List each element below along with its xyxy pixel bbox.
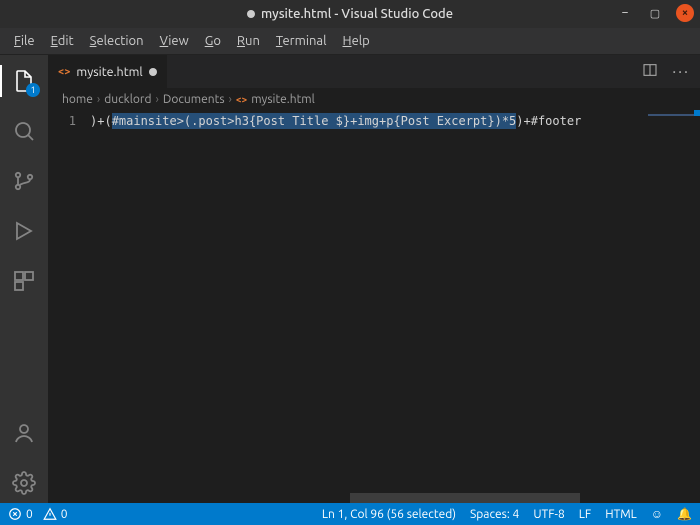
status-feedback[interactable]: ☺ xyxy=(651,507,663,521)
editor-group: <> mysite.html ··· home › ducklord › xyxy=(48,55,700,503)
menu-run[interactable]: Run xyxy=(229,31,268,51)
status-indent[interactable]: Spaces: 4 xyxy=(470,508,519,521)
menubar: File Edit Selection View Go Run Terminal… xyxy=(0,28,700,55)
gear-icon xyxy=(12,471,36,495)
tab-label: mysite.html xyxy=(76,65,142,79)
extensions-icon xyxy=(12,269,36,293)
status-errors[interactable]: 0 xyxy=(8,507,33,521)
statusbar: 0 0 Ln 1, Col 96 (56 selected) Spaces: 4… xyxy=(0,503,700,525)
window-title: mysite.html - Visual Studio Code xyxy=(261,7,453,21)
code-selection: #mainsite>(.post>h3{Post Title $}+img+p{… xyxy=(112,113,517,129)
activity-accounts[interactable] xyxy=(0,413,48,453)
editor[interactable]: 1 )+(#mainsite>(.post>h3{Post Title $}+i… xyxy=(48,110,700,503)
tab-actions: ··· xyxy=(632,55,700,88)
minimap[interactable] xyxy=(644,110,700,503)
split-editor-button[interactable] xyxy=(642,62,658,81)
error-icon xyxy=(8,507,22,521)
menu-edit[interactable]: Edit xyxy=(43,31,82,51)
activitybar: 1 xyxy=(0,55,48,503)
html-file-icon: <> xyxy=(58,66,70,78)
menu-help[interactable]: Help xyxy=(335,31,378,51)
breadcrumb-seg-documents[interactable]: Documents xyxy=(163,93,225,106)
html-file-icon: <> xyxy=(236,94,247,105)
activity-extensions[interactable] xyxy=(0,261,48,301)
branch-icon xyxy=(12,169,36,193)
status-warnings[interactable]: 0 xyxy=(43,507,68,521)
warning-icon xyxy=(43,507,57,521)
editor-more-button[interactable]: ··· xyxy=(672,63,690,81)
menu-terminal[interactable]: Terminal xyxy=(268,31,335,51)
breadcrumb[interactable]: home › ducklord › Documents › <> mysite.… xyxy=(48,88,700,110)
code-area[interactable]: )+(#mainsite>(.post>h3{Post Title $}+img… xyxy=(90,110,644,503)
horizontal-scrollbar-thumb[interactable] xyxy=(350,493,580,503)
chevron-right-icon: › xyxy=(229,93,232,106)
main-body: 1 xyxy=(0,55,700,503)
menu-view[interactable]: View xyxy=(152,31,197,51)
titlebar: mysite.html - Visual Studio Code – ▢ × xyxy=(0,0,700,28)
breadcrumb-seg-user[interactable]: ducklord xyxy=(104,93,151,106)
code-suffix: )+#footer xyxy=(516,114,581,128)
activity-source-control[interactable] xyxy=(0,161,48,201)
activity-run-debug[interactable] xyxy=(0,211,48,251)
minimap-line xyxy=(648,114,694,116)
close-button[interactable]: × xyxy=(676,4,694,22)
line-number-1: 1 xyxy=(48,112,76,130)
tabs-bar: <> mysite.html ··· xyxy=(48,55,700,88)
activity-explorer[interactable]: 1 xyxy=(0,61,48,101)
explorer-badge: 1 xyxy=(26,83,40,97)
activity-settings[interactable] xyxy=(0,463,48,503)
breadcrumb-seg-home[interactable]: home xyxy=(62,93,93,106)
search-icon xyxy=(12,119,36,143)
account-icon xyxy=(12,421,36,445)
tab-dirty-indicator xyxy=(149,68,157,76)
menu-selection[interactable]: Selection xyxy=(82,31,152,51)
play-bug-icon xyxy=(12,219,36,243)
activity-search[interactable] xyxy=(0,111,48,151)
vscode-window: mysite.html - Visual Studio Code – ▢ × F… xyxy=(0,0,700,525)
window-controls: – ▢ × xyxy=(616,4,694,22)
breadcrumb-seg-file[interactable]: mysite.html xyxy=(251,93,315,106)
overview-ruler-marker xyxy=(694,110,700,116)
tab-mysite-html[interactable]: <> mysite.html xyxy=(48,55,168,88)
status-language[interactable]: HTML xyxy=(605,508,637,521)
titlebar-dirty-indicator xyxy=(247,10,255,18)
code-prefix: )+( xyxy=(90,114,112,128)
status-cursor[interactable]: Ln 1, Col 96 (56 selected) xyxy=(322,508,456,521)
line-gutter: 1 xyxy=(48,110,90,503)
maximize-button[interactable]: ▢ xyxy=(646,4,664,22)
chevron-right-icon: › xyxy=(97,93,100,106)
status-encoding[interactable]: UTF-8 xyxy=(533,508,564,521)
status-notifications[interactable]: 🔔 xyxy=(677,507,692,521)
status-eol[interactable]: LF xyxy=(579,508,591,521)
menu-file[interactable]: File xyxy=(6,31,43,51)
chevron-right-icon: › xyxy=(155,93,158,106)
minimize-button[interactable]: – xyxy=(616,4,634,22)
split-icon xyxy=(642,62,658,78)
menu-go[interactable]: Go xyxy=(197,31,229,51)
